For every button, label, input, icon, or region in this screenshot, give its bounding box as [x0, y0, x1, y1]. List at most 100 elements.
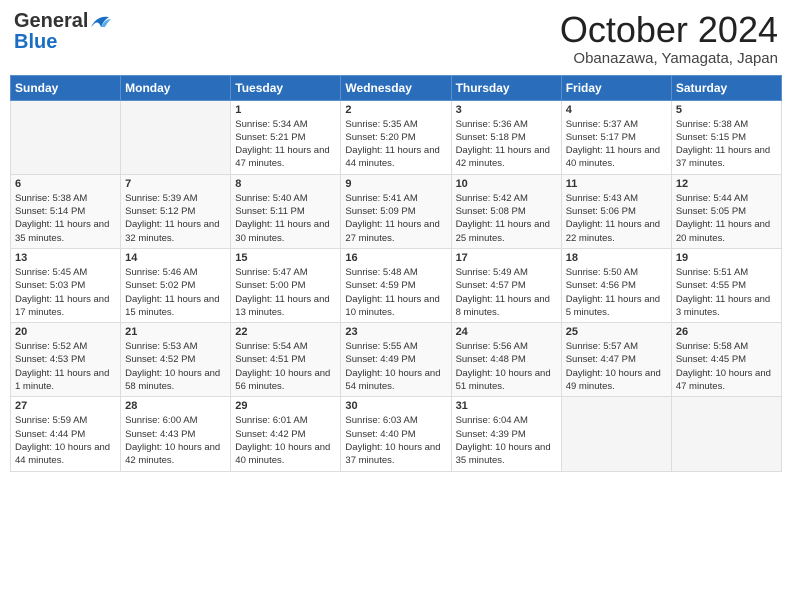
day-number: 22 [235, 326, 336, 338]
calendar-cell: 12Sunrise: 5:44 AM Sunset: 5:05 PM Dayli… [671, 174, 781, 248]
day-info: Sunrise: 5:44 AM Sunset: 5:05 PM Dayligh… [676, 192, 777, 245]
week-row-2: 6Sunrise: 5:38 AM Sunset: 5:14 PM Daylig… [11, 174, 782, 248]
day-info: Sunrise: 5:37 AM Sunset: 5:17 PM Dayligh… [566, 118, 667, 171]
calendar-cell: 16 Sunrise: 5:48 AM Sunset: 4:59 PM Dayli… [341, 248, 451, 322]
calendar-cell: 19Sunrise: 5:51 AM Sunset: 4:55 PM Dayli… [671, 248, 781, 322]
day-info: Sunrise: 5:46 AM Sunset: 5:02 PM Dayligh… [125, 266, 226, 319]
week-row-4: 20 Sunrise: 5:52 AM Sunset: 4:53 PM Dayli… [11, 323, 782, 397]
day-number: 2 [345, 104, 446, 116]
week-row-1: 1Sunrise: 5:34 AM Sunset: 5:21 PM Daylig… [11, 100, 782, 174]
calendar-cell: 15Sunrise: 5:47 AM Sunset: 5:00 PM Dayli… [231, 248, 341, 322]
day-info: Sunrise: 5:36 AM Sunset: 5:18 PM Dayligh… [456, 118, 557, 171]
calendar-cell: 29Sunrise: 6:01 AM Sunset: 4:42 PM Dayli… [231, 397, 341, 471]
day-number: 5 [676, 104, 777, 116]
calendar-cell [671, 397, 781, 471]
day-info: Sunrise: 5:49 AM Sunset: 4:57 PM Dayligh… [456, 266, 557, 319]
day-number: 26 [676, 326, 777, 338]
calendar-cell: 9 Sunrise: 5:41 AM Sunset: 5:09 PM Daylig… [341, 174, 451, 248]
weekday-monday: Monday [121, 75, 231, 100]
calendar-cell: 8Sunrise: 5:40 AM Sunset: 5:11 PM Daylig… [231, 174, 341, 248]
logo-general: General [14, 10, 88, 33]
calendar-cell: 21Sunrise: 5:53 AM Sunset: 4:52 PM Dayli… [121, 323, 231, 397]
day-info: Sunrise: 6:03 AM Sunset: 4:40 PM Dayligh… [345, 414, 446, 467]
weekday-friday: Friday [561, 75, 671, 100]
calendar-cell: 5 Sunrise: 5:38 AM Sunset: 5:15 PM Daylig… [671, 100, 781, 174]
week-row-5: 27Sunrise: 5:59 AM Sunset: 4:44 PM Dayli… [11, 397, 782, 471]
day-number: 16 [345, 252, 446, 264]
day-number: 13 [15, 252, 116, 264]
day-number: 31 [456, 400, 557, 412]
calendar-cell [561, 397, 671, 471]
calendar-cell: 30 Sunrise: 6:03 AM Sunset: 4:40 PM Dayli… [341, 397, 451, 471]
calendar-cell: 1Sunrise: 5:34 AM Sunset: 5:21 PM Daylig… [231, 100, 341, 174]
day-info: Sunrise: 5:58 AM Sunset: 4:45 PM Dayligh… [676, 340, 777, 393]
day-info: Sunrise: 5:41 AM Sunset: 5:09 PM Dayligh… [345, 192, 446, 245]
day-info: Sunrise: 5:38 AM Sunset: 5:15 PM Dayligh… [676, 118, 777, 171]
calendar-cell: 17 Sunrise: 5:49 AM Sunset: 4:57 PM Dayli… [451, 248, 561, 322]
day-number: 25 [566, 326, 667, 338]
logo: General Blue [14, 10, 111, 51]
weekday-wednesday: Wednesday [341, 75, 451, 100]
day-info: Sunrise: 5:56 AM Sunset: 4:48 PM Dayligh… [456, 340, 557, 393]
logo-blue: Blue [14, 33, 57, 51]
day-info: Sunrise: 5:50 AM Sunset: 4:56 PM Dayligh… [566, 266, 667, 319]
day-info: Sunrise: 5:54 AM Sunset: 4:51 PM Dayligh… [235, 340, 336, 393]
calendar-cell: 20 Sunrise: 5:52 AM Sunset: 4:53 PM Dayli… [11, 323, 121, 397]
day-number: 30 [345, 400, 446, 412]
day-number: 9 [345, 178, 446, 190]
weekday-header-row: SundayMondayTuesdayWednesdayThursdayFrid… [11, 75, 782, 100]
day-number: 24 [456, 326, 557, 338]
weekday-tuesday: Tuesday [231, 75, 341, 100]
calendar-cell: 18 Sunrise: 5:50 AM Sunset: 4:56 PM Dayli… [561, 248, 671, 322]
calendar-cell: 13 Sunrise: 5:45 AM Sunset: 5:03 PM Dayli… [11, 248, 121, 322]
day-number: 20 [15, 326, 116, 338]
day-info: Sunrise: 5:43 AM Sunset: 5:06 PM Dayligh… [566, 192, 667, 245]
calendar-cell: 25 Sunrise: 5:57 AM Sunset: 4:47 PM Dayli… [561, 323, 671, 397]
day-info: Sunrise: 5:57 AM Sunset: 4:47 PM Dayligh… [566, 340, 667, 393]
logo-bird-icon [89, 13, 111, 31]
day-number: 18 [566, 252, 667, 264]
calendar-cell: 26 Sunrise: 5:58 AM Sunset: 4:45 PM Dayli… [671, 323, 781, 397]
calendar-cell [11, 100, 121, 174]
calendar-table: SundayMondayTuesdayWednesdayThursdayFrid… [10, 75, 782, 472]
calendar-cell: 4 Sunrise: 5:37 AM Sunset: 5:17 PM Daylig… [561, 100, 671, 174]
calendar-cell [121, 100, 231, 174]
day-number: 21 [125, 326, 226, 338]
day-number: 8 [235, 178, 336, 190]
day-info: Sunrise: 5:42 AM Sunset: 5:08 PM Dayligh… [456, 192, 557, 245]
day-info: Sunrise: 5:35 AM Sunset: 5:20 PM Dayligh… [345, 118, 446, 171]
day-number: 27 [15, 400, 116, 412]
day-number: 29 [235, 400, 336, 412]
day-info: Sunrise: 5:45 AM Sunset: 5:03 PM Dayligh… [15, 266, 116, 319]
day-number: 7 [125, 178, 226, 190]
week-row-3: 13 Sunrise: 5:45 AM Sunset: 5:03 PM Dayli… [11, 248, 782, 322]
title-area: October 2024 Obanazawa, Yamagata, Japan [560, 10, 778, 67]
day-info: Sunrise: 5:39 AM Sunset: 5:12 PM Dayligh… [125, 192, 226, 245]
day-info: Sunrise: 5:48 AM Sunset: 4:59 PM Dayligh… [345, 266, 446, 319]
day-number: 1 [235, 104, 336, 116]
weekday-saturday: Saturday [671, 75, 781, 100]
calendar-cell: 31Sunrise: 6:04 AM Sunset: 4:39 PM Dayli… [451, 397, 561, 471]
calendar-cell: 2 Sunrise: 5:35 AM Sunset: 5:20 PM Daylig… [341, 100, 451, 174]
day-number: 17 [456, 252, 557, 264]
day-number: 23 [345, 326, 446, 338]
calendar-cell: 11 Sunrise: 5:43 AM Sunset: 5:06 PM Dayli… [561, 174, 671, 248]
day-number: 14 [125, 252, 226, 264]
day-info: Sunrise: 5:55 AM Sunset: 4:49 PM Dayligh… [345, 340, 446, 393]
weekday-thursday: Thursday [451, 75, 561, 100]
day-info: Sunrise: 5:52 AM Sunset: 4:53 PM Dayligh… [15, 340, 116, 393]
day-number: 3 [456, 104, 557, 116]
calendar-cell: 3 Sunrise: 5:36 AM Sunset: 5:18 PM Daylig… [451, 100, 561, 174]
day-number: 10 [456, 178, 557, 190]
calendar-cell: 10 Sunrise: 5:42 AM Sunset: 5:08 PM Dayli… [451, 174, 561, 248]
day-info: Sunrise: 5:51 AM Sunset: 4:55 PM Dayligh… [676, 266, 777, 319]
day-number: 28 [125, 400, 226, 412]
calendar-cell: 24 Sunrise: 5:56 AM Sunset: 4:48 PM Dayli… [451, 323, 561, 397]
day-info: Sunrise: 6:00 AM Sunset: 4:43 PM Dayligh… [125, 414, 226, 467]
calendar-cell: 7 Sunrise: 5:39 AM Sunset: 5:12 PM Daylig… [121, 174, 231, 248]
location-title: Obanazawa, Yamagata, Japan [560, 50, 778, 67]
month-title: October 2024 [560, 10, 778, 50]
day-number: 11 [566, 178, 667, 190]
day-number: 4 [566, 104, 667, 116]
weekday-sunday: Sunday [11, 75, 121, 100]
